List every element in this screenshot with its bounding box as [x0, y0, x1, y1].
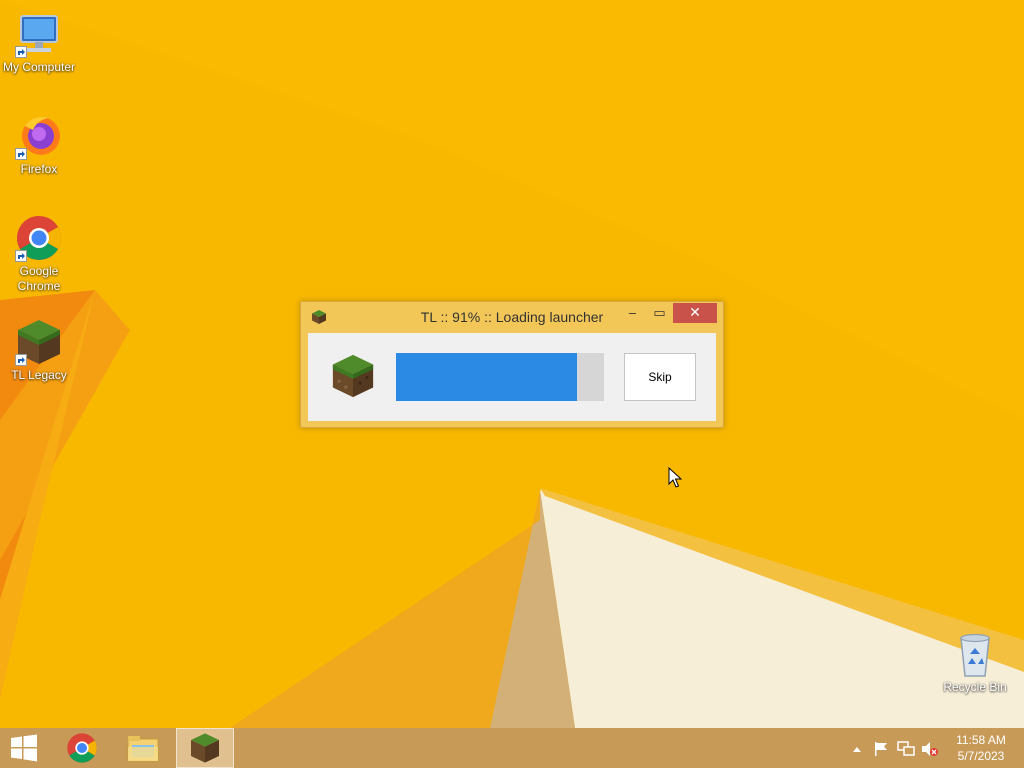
desktop-icon-label: Firefox	[20, 162, 58, 176]
grass-block-icon	[332, 354, 374, 398]
skip-button[interactable]: Skip	[624, 353, 696, 401]
network-button[interactable]	[896, 728, 916, 768]
recycle-bin-icon	[951, 630, 999, 678]
maximize-icon: ▭	[653, 305, 666, 320]
maximize-button[interactable]: ▭	[646, 303, 673, 323]
start-button[interactable]	[0, 728, 48, 768]
shortcut-arrow-icon	[15, 148, 27, 160]
folder-icon	[127, 736, 159, 762]
mouse-cursor-icon	[668, 467, 682, 488]
action-center-button[interactable]	[872, 728, 890, 768]
volume-button[interactable]	[920, 728, 940, 768]
desktop-icon-recycle-bin[interactable]: Recycle Bin	[936, 630, 1014, 695]
taskbar-file-explorer-button[interactable]	[116, 728, 168, 768]
desktop-icon-label: Recycle Bin	[943, 680, 1007, 694]
desktop-icon-my-computer[interactable]: My Computer	[0, 10, 78, 75]
dialog-content: Skip	[308, 333, 716, 421]
clock-date: 5/7/2023	[957, 749, 1005, 763]
show-hidden-icons-button[interactable]	[850, 728, 864, 768]
desktop-icon-label: TL Legacy	[11, 368, 67, 382]
close-button[interactable]: ✕	[673, 303, 717, 323]
shortcut-arrow-icon	[15, 354, 27, 366]
progress-bar	[396, 353, 604, 401]
taskbar-clock[interactable]: 11:58 AM 5/7/2023	[946, 732, 1016, 764]
chrome-icon	[15, 214, 63, 262]
chevron-up-icon	[853, 747, 861, 752]
progress-bar-fill	[396, 353, 577, 401]
desktop-icon-chrome[interactable]: Google Chrome	[0, 214, 78, 294]
minimize-button[interactable]: –	[619, 303, 646, 323]
volume-muted-icon	[922, 742, 938, 756]
desktop-icon-label: My Computer	[2, 60, 76, 74]
dialog-titlebar[interactable]: TL :: 91% :: Loading launcher – ▭ ✕	[301, 302, 723, 332]
taskbar: 11:58 AM 5/7/2023	[0, 728, 1024, 768]
network-icon	[897, 741, 915, 756]
desktop-icon-tl-legacy[interactable]: TL Legacy	[0, 318, 78, 383]
clock-time: 11:58 AM	[956, 733, 1006, 747]
loading-dialog: TL :: 91% :: Loading launcher – ▭ ✕ Skip	[300, 301, 724, 428]
flag-icon	[875, 742, 887, 756]
close-icon: ✕	[689, 304, 701, 320]
windows-logo-icon	[11, 734, 37, 762]
desktop-icon-label: Google Chrome	[17, 264, 61, 293]
firefox-icon	[15, 112, 63, 160]
shortcut-arrow-icon	[15, 250, 27, 262]
chrome-icon	[67, 733, 97, 763]
minimize-icon: –	[628, 305, 637, 320]
grass-block-icon	[191, 733, 219, 763]
taskbar-chrome-button[interactable]	[56, 728, 108, 768]
grass-block-icon	[15, 318, 63, 366]
computer-icon	[15, 10, 63, 58]
shortcut-arrow-icon	[15, 46, 27, 58]
desktop-icon-firefox[interactable]: Firefox	[0, 112, 78, 177]
taskbar-tl-legacy-button[interactable]	[176, 728, 234, 768]
